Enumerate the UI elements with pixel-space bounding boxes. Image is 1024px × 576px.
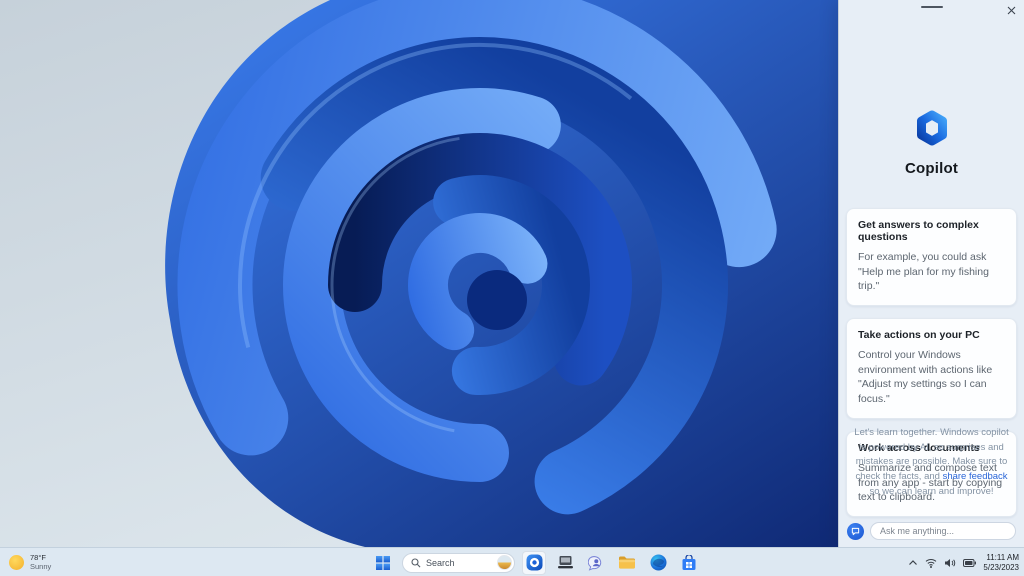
card-body: For example, you could ask "Help me plan… <box>858 251 989 293</box>
search-box[interactable]: Search <box>402 552 515 573</box>
bing-daily-image-icon <box>497 555 512 570</box>
card-body: Control your Windows environment with ac… <box>858 349 993 406</box>
start-button[interactable] <box>371 551 395 575</box>
taskbar-chat-button[interactable] <box>584 551 608 575</box>
volume-icon[interactable] <box>944 558 956 568</box>
clock[interactable]: 11:11 AM 5/23/2023 <box>983 553 1019 573</box>
copilot-panel: Copilot Get answers to complex questions… <box>838 0 1024 547</box>
desktop-app-icon <box>557 556 573 569</box>
hidden-icons-chevron-icon[interactable] <box>908 559 918 566</box>
sun-icon <box>9 555 24 570</box>
battery-icon[interactable] <box>963 558 977 567</box>
weather-condition: Sunny <box>30 561 52 571</box>
panel-drag-handle[interactable] <box>920 6 943 8</box>
weather-widget[interactable]: 78°F Sunny <box>9 548 51 576</box>
taskbar-center: Search <box>371 548 701 576</box>
windows-logo-icon <box>376 555 390 570</box>
microsoft-store-icon <box>682 554 696 570</box>
copilot-icon <box>526 554 542 571</box>
card-title: Take actions on your PC <box>858 329 980 342</box>
chat-input-row <box>847 522 1016 540</box>
compose-icon[interactable] <box>847 522 864 540</box>
disclaimer-text: so we can learn and improve! <box>869 485 994 497</box>
taskbar-file-explorer-button[interactable] <box>615 551 639 575</box>
ask-me-anything-input[interactable] <box>870 522 1016 540</box>
system-tray: 11:11 AM 5/23/2023 <box>908 548 1019 576</box>
close-icon[interactable] <box>1004 3 1018 17</box>
card-take-actions[interactable]: Take actions on your PC Control your Win… <box>846 318 1017 419</box>
taskbar-desktop-app-button[interactable] <box>553 551 577 575</box>
file-explorer-icon <box>619 556 635 569</box>
share-feedback-link[interactable]: share feedback <box>943 471 1008 482</box>
taskbar-edge-button[interactable] <box>646 551 670 575</box>
search-icon <box>411 557 421 567</box>
panel-title: Copilot <box>904 160 959 177</box>
weather-text: 78°F Sunny <box>30 553 52 571</box>
ai-disclaimer: Let's learn together. Windows copilot is… <box>852 426 1011 500</box>
tray-icons <box>908 558 977 568</box>
taskbar: 78°F Sunny Search 11:11 AM 5/23/2023 <box>0 547 1024 576</box>
search-placeholder: Search <box>426 557 455 568</box>
card-complex-questions[interactable]: Get answers to complex questions For exa… <box>846 208 1017 307</box>
taskbar-store-button[interactable] <box>677 551 701 575</box>
edge-icon <box>650 554 666 571</box>
card-title: Get answers to complex questions <box>858 219 979 243</box>
clock-date: 5/23/2023 <box>983 562 1019 572</box>
taskbar-copilot-button[interactable] <box>522 550 546 575</box>
clock-time: 11:11 AM <box>986 552 1019 562</box>
chat-icon <box>587 555 601 571</box>
copilot-logo-icon <box>914 110 950 146</box>
wifi-icon[interactable] <box>925 558 937 568</box>
screen: Copilot Get answers to complex questions… <box>0 0 1024 576</box>
